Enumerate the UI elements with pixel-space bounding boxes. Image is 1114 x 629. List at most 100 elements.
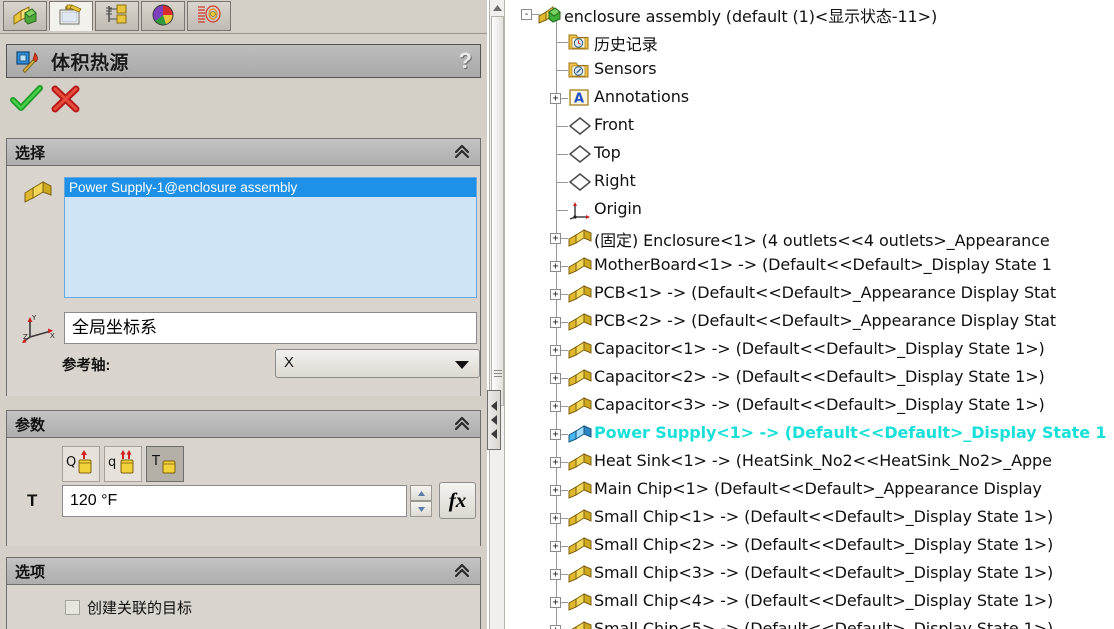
manager-tabs bbox=[3, 1, 233, 31]
coordinate-system-field[interactable]: 全局坐标系 bbox=[64, 312, 477, 344]
tree-node-label: Power Supply<1> -> (Default<<Default>_Di… bbox=[594, 423, 1107, 442]
tree-node[interactable]: + A Annotations bbox=[506, 84, 1114, 112]
tree-expand-icon[interactable]: + bbox=[550, 569, 561, 580]
stepper-up-button[interactable] bbox=[410, 485, 432, 501]
surface-heat-generation-rate-button[interactable]: q bbox=[104, 446, 142, 482]
temperature-input[interactable]: 120 °F bbox=[62, 485, 407, 517]
tree-node[interactable]: + Heat Sink<1> -> (HeatSink_No2<<HeatSink… bbox=[506, 448, 1114, 476]
display-manager-tab[interactable] bbox=[141, 1, 185, 31]
feature-manager-design-tree[interactable]: - enclosure assembly (default (1)<显示状态-11… bbox=[506, 0, 1114, 629]
tree-expand-icon[interactable]: + bbox=[550, 513, 561, 524]
stepper-down-button[interactable] bbox=[410, 501, 432, 517]
svg-text:q: q bbox=[108, 455, 116, 470]
equation-fx-button[interactable]: fx bbox=[439, 482, 476, 519]
tree-node[interactable]: Front bbox=[506, 112, 1114, 140]
flow-simulation-tab[interactable] bbox=[187, 1, 231, 31]
tree-expand-icon[interactable]: + bbox=[550, 345, 561, 356]
manager-tab-strip bbox=[0, 0, 487, 34]
tree-node[interactable]: + Power Supply<1> -> (Default<<Default>_D… bbox=[506, 420, 1114, 448]
tree-node[interactable]: + Small Chip<3> -> (Default<<Default>_Dis… bbox=[506, 560, 1114, 588]
history-folder-icon bbox=[568, 32, 590, 56]
panel-splitter-handle[interactable] bbox=[487, 390, 501, 450]
tree-node[interactable]: + Capacitor<2> -> (Default<<Default>_Disp… bbox=[506, 364, 1114, 392]
tree-collapse-icon[interactable]: - bbox=[521, 9, 532, 20]
selection-group-header[interactable]: 选择 bbox=[7, 139, 480, 166]
tree-expand-icon[interactable]: + bbox=[550, 317, 561, 328]
cancel-button[interactable] bbox=[50, 84, 82, 117]
tree-expand-icon[interactable]: + bbox=[550, 233, 561, 244]
feature-manager-tab[interactable] bbox=[3, 1, 47, 31]
tree-node[interactable]: + Small Chip<1> -> (Default<<Default>_Dis… bbox=[506, 504, 1114, 532]
scroll-up-button[interactable] bbox=[490, 0, 504, 15]
selection-group-body: Power Supply-1@enclosure assembly Y X Z bbox=[7, 166, 480, 396]
tree-node[interactable]: + Small Chip<2> -> (Default<<Default>_Dis… bbox=[506, 532, 1114, 560]
tree-node[interactable]: + Capacitor<3> -> (Default<<Default>_Disp… bbox=[506, 392, 1114, 420]
tree-node[interactable]: + Capacitor<1> -> (Default<<Default>_Disp… bbox=[506, 336, 1114, 364]
tree-connector-line bbox=[556, 154, 568, 155]
tree-node[interactable]: + (固定) Enclosure<1> (4 outlets<<4 outlets… bbox=[506, 224, 1114, 252]
temperature-stepper[interactable] bbox=[410, 485, 432, 517]
chevron-up-icon[interactable] bbox=[452, 141, 472, 165]
tree-expand-icon[interactable]: + bbox=[550, 373, 561, 384]
tree-node[interactable]: + PCB<2> -> (Default<<Default>_Appearance… bbox=[506, 308, 1114, 336]
part-icon bbox=[568, 508, 592, 533]
svg-text:Z: Z bbox=[23, 333, 28, 341]
tree-node-label: Capacitor<3> -> (Default<<Default>_Displ… bbox=[594, 395, 1045, 414]
reference-axis-dropdown[interactable]: X bbox=[275, 349, 480, 378]
tree-expand-icon[interactable]: + bbox=[550, 401, 561, 412]
configuration-manager-icon bbox=[103, 3, 131, 29]
flow-simulation-analysis-icon bbox=[196, 3, 222, 29]
parameters-group-body: Q q T T 120 °F fx bbox=[7, 438, 480, 546]
chevron-up-icon[interactable] bbox=[452, 560, 472, 584]
tree-node[interactable]: 历史记录 bbox=[506, 28, 1114, 56]
help-icon[interactable]: ? bbox=[459, 48, 472, 74]
tree-expand-icon[interactable]: + bbox=[550, 289, 561, 300]
tree-expand-icon[interactable]: + bbox=[550, 625, 561, 629]
ok-button[interactable] bbox=[10, 84, 44, 117]
tree-expand-icon[interactable]: + bbox=[550, 429, 561, 440]
property-manager-scrollbar[interactable] bbox=[489, 0, 505, 629]
tree-node-label: Right bbox=[594, 171, 636, 190]
tree-expand-icon[interactable]: + bbox=[550, 261, 561, 272]
heat-generation-rate-button[interactable]: Q bbox=[62, 446, 100, 482]
tree-connector-line bbox=[556, 182, 568, 183]
options-group-header[interactable]: 选项 bbox=[7, 558, 480, 585]
temperature-button[interactable]: T bbox=[146, 446, 184, 482]
part-icon bbox=[568, 592, 592, 617]
tree-node[interactable]: Origin bbox=[506, 196, 1114, 224]
tree-node[interactable]: + Small Chip<5> -> (Default<<Default>_Dis… bbox=[506, 616, 1114, 629]
create-associated-goals-row[interactable]: 创建关联的目标 bbox=[65, 597, 192, 618]
tree-node[interactable]: + MotherBoard<1> -> (Default<<Default>_Di… bbox=[506, 252, 1114, 280]
part-icon bbox=[568, 228, 592, 253]
selected-components-list[interactable]: Power Supply-1@enclosure assembly bbox=[64, 177, 477, 298]
temperature-value-label: T bbox=[27, 491, 38, 510]
tree-node-label: Annotations bbox=[594, 87, 689, 106]
property-manager-tab[interactable] bbox=[49, 1, 93, 31]
part-icon bbox=[568, 564, 592, 589]
tree-node[interactable]: Right bbox=[506, 168, 1114, 196]
parameters-group-header[interactable]: 参数 bbox=[7, 411, 480, 438]
parameters-group: 参数 Q q T T 120 °F fx bbox=[6, 410, 481, 546]
options-group: 选项 创建关联的目标 bbox=[6, 557, 481, 629]
chevron-up-icon[interactable] bbox=[452, 413, 472, 437]
selected-component-item[interactable]: Power Supply-1@enclosure assembly bbox=[65, 178, 476, 197]
tree-node-label: Small Chip<4> -> (Default<<Default>_Disp… bbox=[594, 591, 1054, 610]
tree-expand-icon[interactable]: + bbox=[550, 457, 561, 468]
tree-expand-icon[interactable]: + bbox=[550, 597, 561, 608]
tree-node[interactable]: + Main Chip<1> (Default<<Default>_Appeara… bbox=[506, 476, 1114, 504]
tree-node[interactable]: Top bbox=[506, 140, 1114, 168]
scrollbar-thumb[interactable] bbox=[491, 16, 504, 406]
tree-node[interactable]: Sensors bbox=[506, 56, 1114, 84]
tree-node[interactable]: - enclosure assembly (default (1)<显示状态-11… bbox=[506, 0, 1114, 28]
parameter-type-buttons: Q q T bbox=[62, 446, 188, 482]
tree-expand-icon[interactable]: + bbox=[550, 541, 561, 552]
configuration-manager-tab[interactable] bbox=[95, 1, 139, 31]
tree-node[interactable]: + Small Chip<4> -> (Default<<Default>_Dis… bbox=[506, 588, 1114, 616]
tree-expand-icon[interactable]: + bbox=[550, 93, 561, 104]
create-associated-goals-checkbox[interactable] bbox=[65, 600, 80, 615]
origin-icon bbox=[568, 200, 592, 225]
tree-node[interactable]: + PCB<1> -> (Default<<Default>_Appearance… bbox=[506, 280, 1114, 308]
plane-icon bbox=[568, 144, 592, 169]
tree-node-label: Heat Sink<1> -> (HeatSink_No2<<HeatSink_… bbox=[594, 451, 1052, 470]
tree-expand-icon[interactable]: + bbox=[550, 485, 561, 496]
